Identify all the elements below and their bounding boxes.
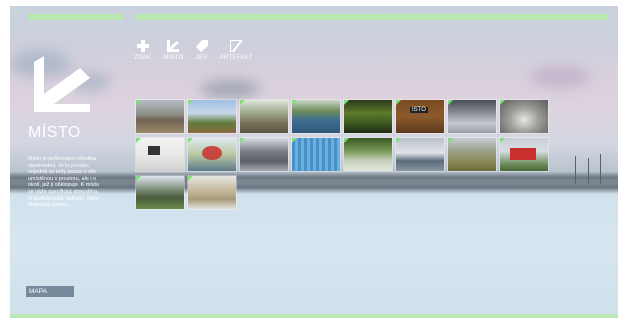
top-accent-bar-right [136, 14, 608, 20]
tag-corner-icon [188, 100, 193, 105]
tag-corner-icon [396, 138, 401, 143]
tag-corner-icon [240, 100, 245, 105]
map-button[interactable]: MAPA [26, 286, 74, 297]
tag-corner-icon [136, 176, 141, 181]
photo-tile[interactable] [292, 100, 340, 133]
tag-corner-icon [240, 138, 245, 143]
photo-tile[interactable] [136, 100, 184, 133]
tag-corner-icon [292, 138, 297, 143]
photo-tile[interactable] [188, 176, 236, 209]
tag-corner-icon [448, 100, 453, 105]
tag-corner-icon [188, 138, 193, 143]
nav-item-jev[interactable]: JEV [195, 40, 208, 61]
photo-tile[interactable] [188, 138, 236, 171]
tag-icon [195, 40, 208, 52]
bottom-accent-bar [10, 314, 618, 318]
photo-tile[interactable] [448, 100, 496, 133]
arrow-icon [167, 40, 180, 52]
photo-tile[interactable] [240, 138, 288, 171]
nav-label: ZNAK [134, 55, 152, 61]
photo-tile[interactable] [240, 100, 288, 133]
nav-label: ARTEFAKT [219, 55, 253, 61]
background-photo: MÍSTO Místo je definováno několika vlast… [10, 6, 618, 318]
tag-corner-icon [344, 138, 349, 143]
section-title: MÍSTO [28, 124, 81, 141]
photo-tile[interactable] [188, 100, 236, 133]
nav-label: MÍSTO [163, 55, 184, 61]
nav-item-artefakt[interactable]: ARTEFAKT [220, 40, 253, 61]
tag-corner-icon [188, 176, 193, 181]
misto-arrow-logo-icon [34, 56, 90, 112]
photo-tile[interactable] [292, 138, 340, 171]
tag-corner-icon [500, 138, 505, 143]
tag-corner-icon [136, 138, 141, 143]
nav-item-misto[interactable]: MÍSTO [163, 40, 183, 61]
tag-corner-icon [500, 100, 505, 105]
tag-corner-icon [136, 100, 141, 105]
photo-tile[interactable] [136, 176, 184, 209]
photo-tile[interactable] [344, 100, 392, 133]
tag-corner-icon [292, 100, 297, 105]
plus-icon [136, 40, 149, 52]
nav-label: JEV [195, 55, 208, 61]
tag-corner-icon [344, 100, 349, 105]
tag-corner-icon [396, 100, 401, 105]
photo-tile[interactable] [448, 138, 496, 171]
photo-tile[interactable] [344, 138, 392, 171]
sign-text: ISTO [410, 107, 428, 113]
photo-tile[interactable] [136, 138, 184, 171]
tag-corner-icon [448, 138, 453, 143]
photo-tile[interactable]: ISTO [396, 100, 444, 133]
nav-item-znak[interactable]: ZNAK [134, 40, 151, 61]
section-description: Místo je definováno několika vlastnostmi… [28, 156, 100, 209]
flag-icon [230, 40, 243, 52]
top-accent-bar-left [28, 14, 124, 20]
photo-tile[interactable] [500, 138, 548, 171]
photo-tile[interactable] [500, 100, 548, 133]
category-nav: ZNAK MÍSTO JEV ARTEFAKT [134, 40, 253, 61]
photo-tile[interactable] [396, 138, 444, 171]
